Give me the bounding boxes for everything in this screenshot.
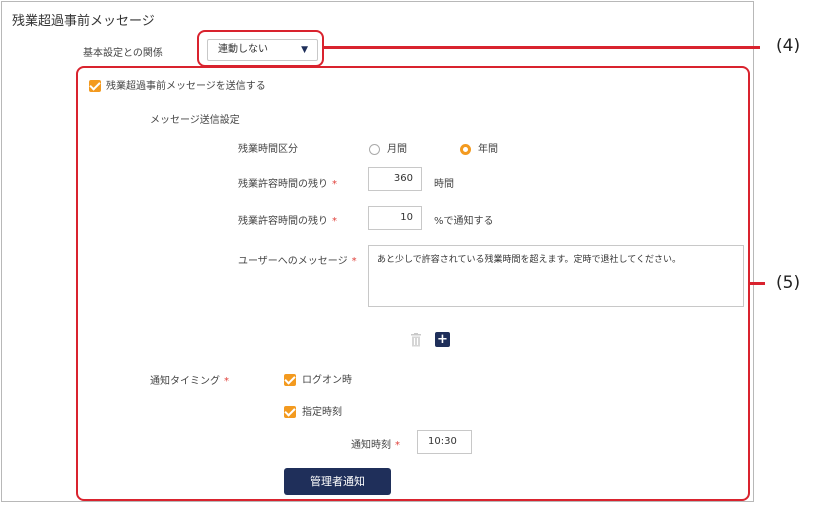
callout-label-4: (4) <box>776 36 801 56</box>
callout-line-4 <box>323 46 760 49</box>
panel-title: 残業超過事前メッセージ <box>12 14 155 29</box>
callout-box-5 <box>76 66 750 501</box>
callout-label-5: (5) <box>776 273 801 293</box>
basic-setting-label: 基本設定との関係 <box>83 48 163 59</box>
callout-line-5 <box>749 282 765 285</box>
callout-box-4 <box>197 30 324 67</box>
